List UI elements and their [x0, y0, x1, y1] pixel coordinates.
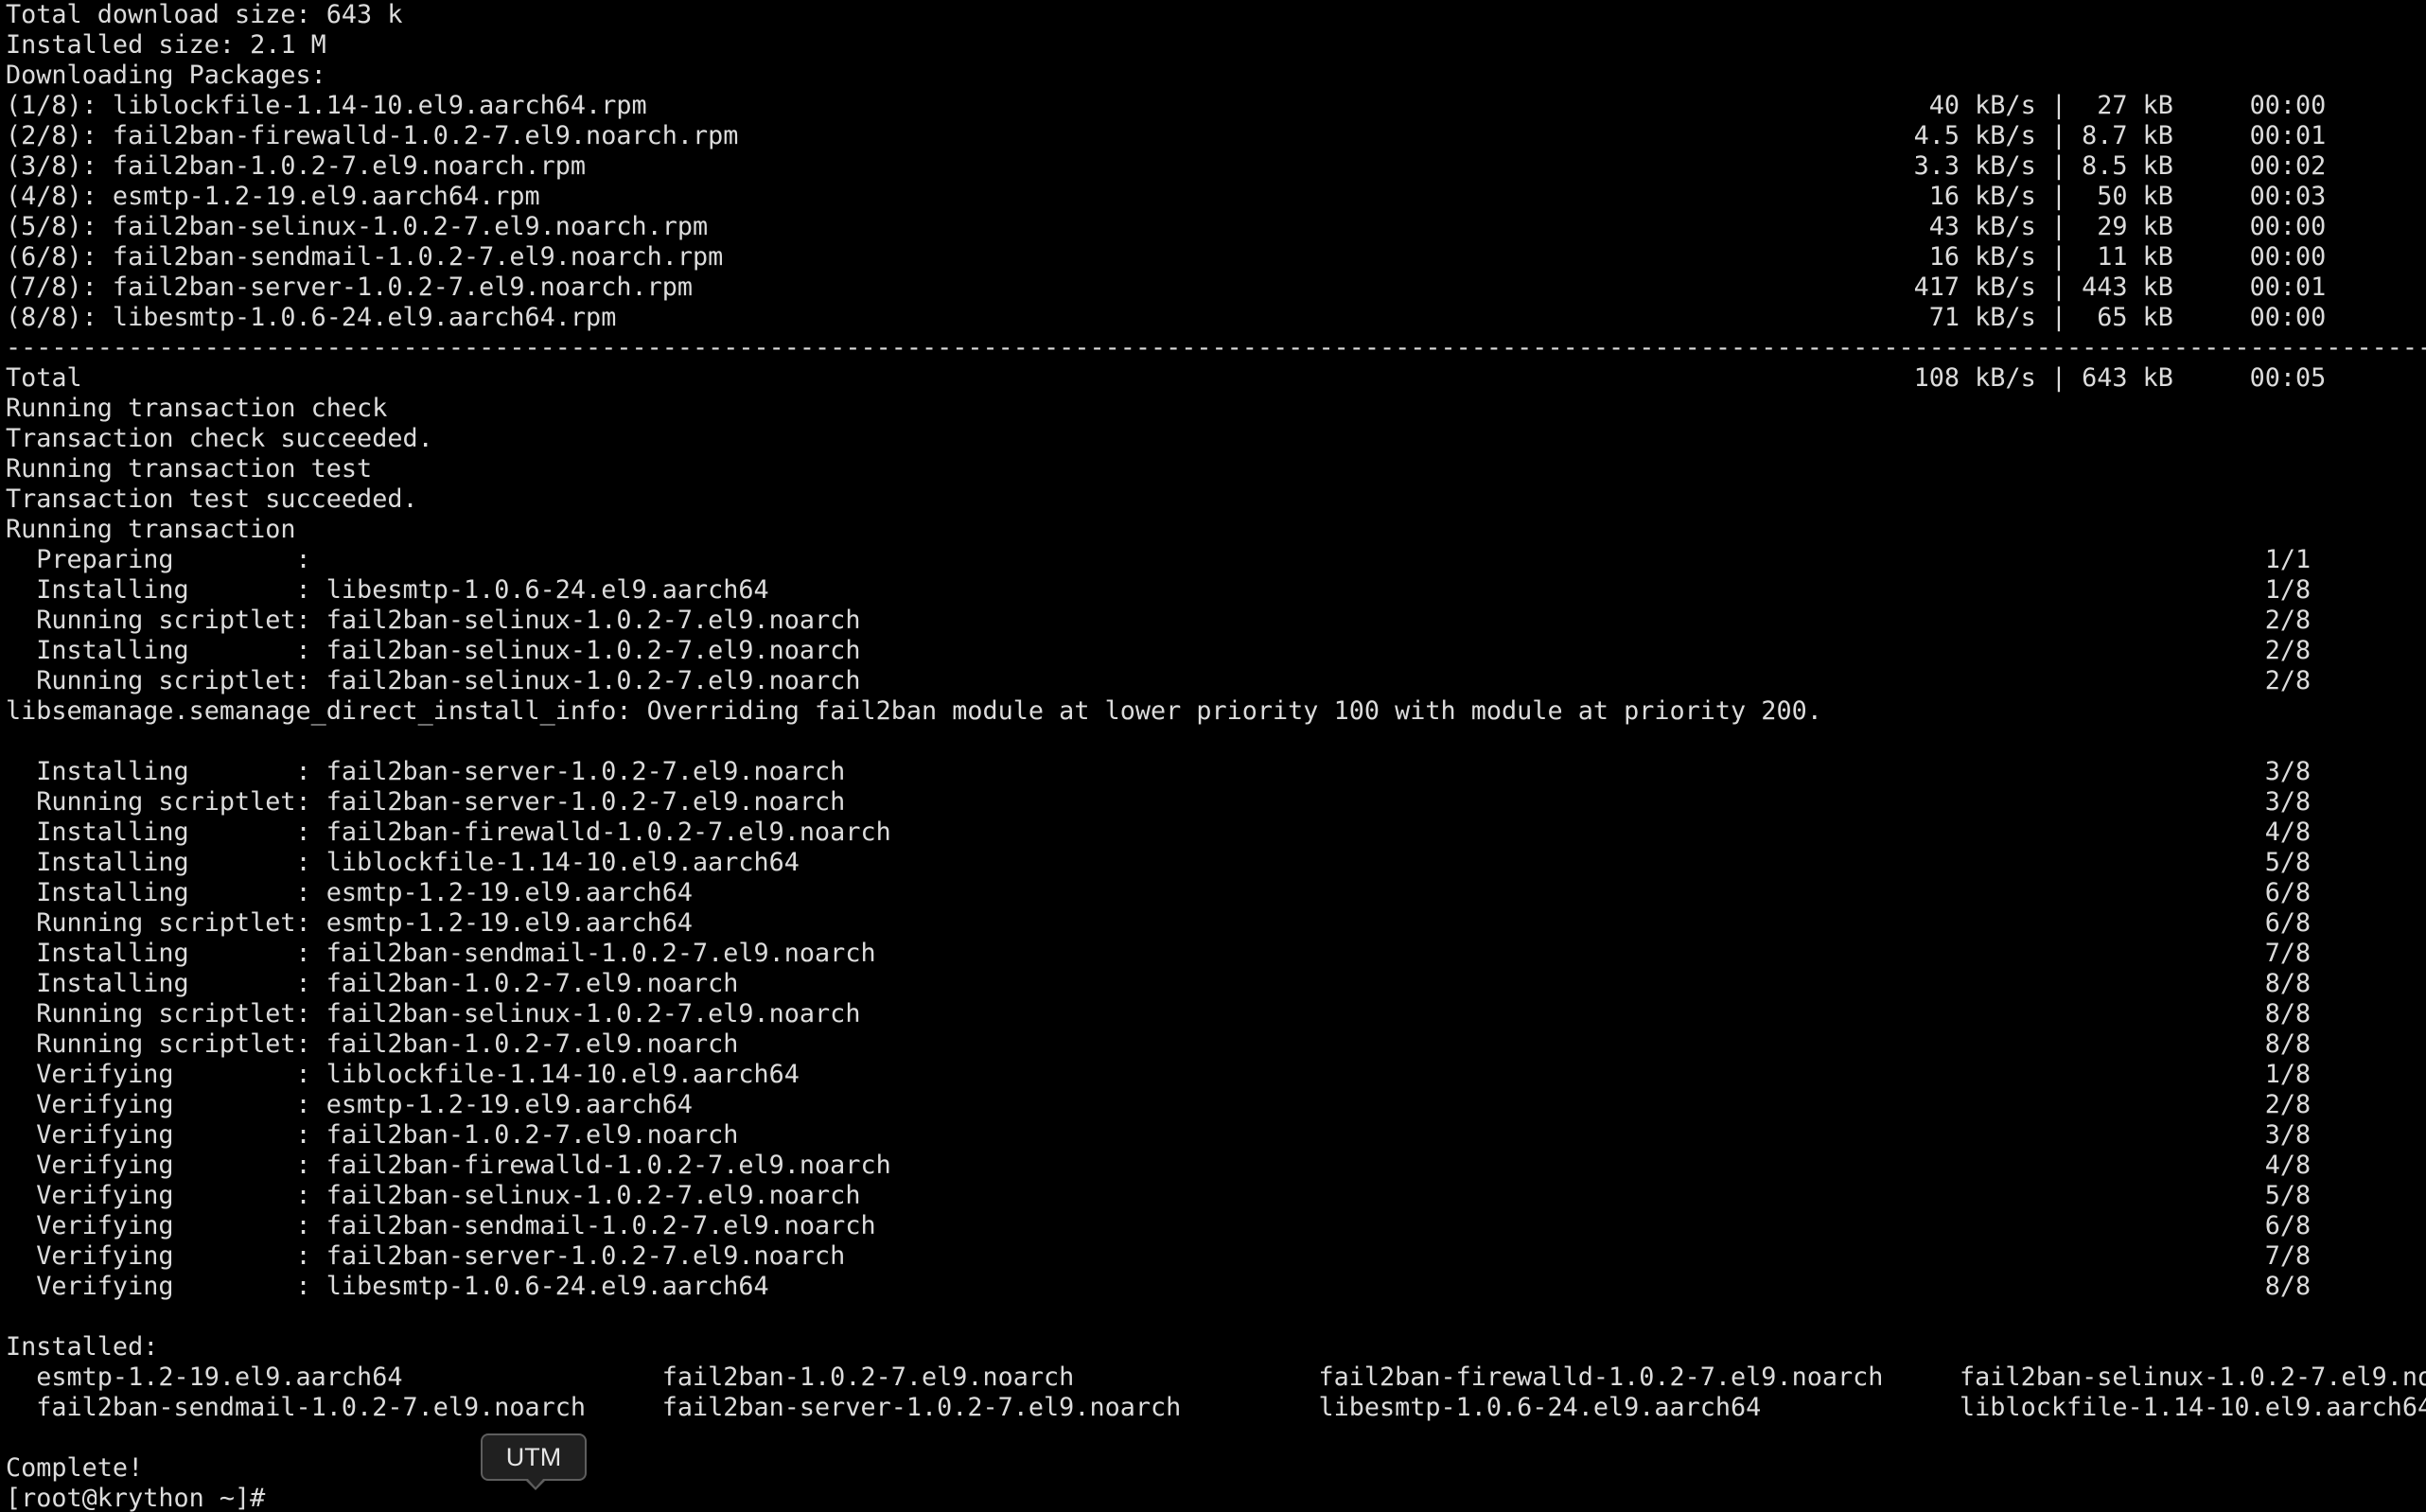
- terminal-line: Verifying : fail2ban-sendmail-1.0.2-7.el…: [6, 1211, 2312, 1240]
- utm-tooltip-label: UTM: [505, 1443, 562, 1471]
- shell-prompt: [root@krython ~]#: [6, 1484, 281, 1512]
- terminal-line: Running scriptlet: esmtp-1.2-19.el9.aarc…: [6, 908, 2312, 938]
- terminal-output[interactable]: Total download size: 643 k Installed size…: [6, 0, 2426, 1512]
- text-cursor: [280, 1486, 293, 1510]
- terminal-line: Installed:: [6, 1332, 159, 1362]
- terminal-line: (7/8): fail2ban-server-1.0.2-7.el9.noarc…: [6, 273, 2327, 302]
- terminal-line: Running scriptlet: fail2ban-selinux-1.0.…: [6, 666, 2312, 695]
- terminal-line: (4/8): esmtp-1.2-19.el9.aarch64.rpm 16 k…: [6, 182, 2327, 211]
- terminal-line: Verifying : fail2ban-firewalld-1.0.2-7.e…: [6, 1151, 2312, 1180]
- terminal-line: Running transaction test: [6, 454, 373, 483]
- terminal-line: Installing : fail2ban-selinux-1.0.2-7.el…: [6, 636, 2312, 665]
- terminal-line: Verifying : liblockfile-1.14-10.el9.aarc…: [6, 1060, 2312, 1089]
- terminal-line: Installing : fail2ban-1.0.2-7.el9.noarch…: [6, 969, 2312, 998]
- terminal-line: Installing : libesmtp-1.0.6-24.el9.aarch…: [6, 575, 2312, 605]
- terminal-line: (2/8): fail2ban-firewalld-1.0.2-7.el9.no…: [6, 121, 2327, 150]
- terminal-line: (6/8): fail2ban-sendmail-1.0.2-7.el9.noa…: [6, 242, 2327, 272]
- terminal-line: Verifying : fail2ban-selinux-1.0.2-7.el9…: [6, 1181, 2312, 1210]
- terminal-line: Installed size: 2.1 M: [6, 30, 326, 60]
- terminal-line: Running scriptlet: fail2ban-1.0.2-7.el9.…: [6, 1029, 2312, 1059]
- utm-tooltip: UTM: [481, 1433, 587, 1481]
- terminal-line: Running transaction check: [6, 394, 388, 423]
- terminal-line: Downloading Packages:: [6, 61, 326, 90]
- terminal-line: Running scriptlet: fail2ban-selinux-1.0.…: [6, 999, 2312, 1029]
- terminal-line: Preparing : 1/1: [6, 545, 2312, 574]
- terminal-line: Transaction test succeeded.: [6, 484, 418, 514]
- terminal-line: Installing : fail2ban-firewalld-1.0.2-7.…: [6, 818, 2312, 847]
- terminal-line: (1/8): liblockfile-1.14-10.el9.aarch64.r…: [6, 91, 2327, 120]
- terminal-line: Total download size: 643 k: [6, 0, 403, 29]
- prompt-line[interactable]: [root@krython ~]#: [6, 1484, 2426, 1512]
- terminal-line: Verifying : libesmtp-1.0.6-24.el9.aarch6…: [6, 1272, 2312, 1301]
- terminal-line: Installing : esmtp-1.2-19.el9.aarch64 6/…: [6, 878, 2312, 907]
- terminal-line: esmtp-1.2-19.el9.aarch64 fail2ban-1.0.2-…: [6, 1363, 2426, 1392]
- terminal-line: Verifying : esmtp-1.2-19.el9.aarch64 2/8: [6, 1090, 2312, 1119]
- terminal-line: fail2ban-sendmail-1.0.2-7.el9.noarch fai…: [6, 1393, 2426, 1422]
- terminal-line: Installing : fail2ban-sendmail-1.0.2-7.e…: [6, 939, 2312, 968]
- terminal-line: (5/8): fail2ban-selinux-1.0.2-7.el9.noar…: [6, 212, 2327, 241]
- terminal-line: Total 108 kB/s | 643 kB 00:05: [6, 363, 2327, 393]
- terminal-line: Verifying : fail2ban-1.0.2-7.el9.noarch …: [6, 1120, 2312, 1150]
- terminal-line: Running transaction: [6, 515, 296, 544]
- terminal-line: Verifying : fail2ban-server-1.0.2-7.el9.…: [6, 1241, 2312, 1271]
- terminal-line: (8/8): libesmtp-1.0.6-24.el9.aarch64.rpm…: [6, 303, 2327, 332]
- terminal-line: Transaction check succeeded.: [6, 424, 433, 453]
- terminal-line: libsemanage.semanage_direct_install_info…: [6, 696, 1822, 726]
- terminal-line: Running scriptlet: fail2ban-server-1.0.2…: [6, 787, 2312, 817]
- terminal-line: Installing : fail2ban-server-1.0.2-7.el9…: [6, 757, 2312, 786]
- terminal-line: Installing : liblockfile-1.14-10.el9.aar…: [6, 848, 2312, 877]
- terminal-line: (3/8): fail2ban-1.0.2-7.el9.noarch.rpm 3…: [6, 151, 2327, 181]
- terminal-line: Complete!: [6, 1453, 144, 1483]
- tooltip-arrow-inner: [527, 1478, 544, 1487]
- terminal-line: Running scriptlet: fail2ban-selinux-1.0.…: [6, 606, 2312, 635]
- terminal-line: ----------------------------------------…: [6, 333, 2426, 362]
